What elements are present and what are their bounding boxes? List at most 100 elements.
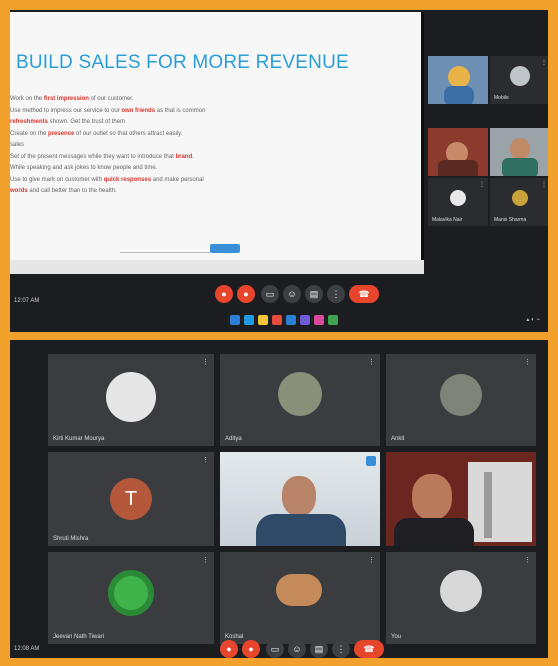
user-avatar-icon xyxy=(276,574,322,606)
pin-icon[interactable]: ⋮ xyxy=(541,181,547,188)
presentation-screenshot: BUILD SALES FOR MORE REVENUE Work on the… xyxy=(10,10,548,332)
thumb-participant-3[interactable] xyxy=(428,128,488,176)
chat-icon[interactable]: ▤ xyxy=(305,285,323,303)
slide-text: and make personal xyxy=(151,176,204,183)
pin-icon[interactable]: ⋮ xyxy=(524,358,531,366)
app-icon[interactable] xyxy=(314,315,324,325)
person-body xyxy=(502,158,538,176)
thumb-label: Mobile xyxy=(494,95,509,101)
user-avatar-icon xyxy=(450,190,466,206)
slide-line: Use to give mark on customer with quick … xyxy=(10,175,360,187)
person-video-icon xyxy=(510,138,530,160)
time-label: 12:07 AM xyxy=(14,298,40,304)
time-label: 12:08 AM xyxy=(14,646,40,652)
participant-tile[interactable]: ⋮ Ankit xyxy=(386,354,536,446)
pin-icon[interactable]: ⋮ xyxy=(202,456,209,464)
end-call-button[interactable]: ☎ xyxy=(349,285,379,303)
thumb-participant-5[interactable]: ⋮ Malavika Nair xyxy=(428,178,488,226)
participant-name: Ankit xyxy=(391,436,405,442)
participant-name: Aditya xyxy=(225,436,242,442)
chrome-icon[interactable] xyxy=(272,315,282,325)
end-call-button[interactable]: ☎ xyxy=(354,640,384,658)
folder-icon[interactable] xyxy=(258,315,268,325)
app-icon[interactable] xyxy=(300,315,310,325)
emoji-icon[interactable]: ☺ xyxy=(283,285,301,303)
participant-tile[interactable]: ⋮ Jeevan Nath Tiwari xyxy=(48,552,214,644)
thumb-label: Mansi Sharma xyxy=(494,217,527,223)
user-avatar-icon xyxy=(278,372,322,416)
pin-icon[interactable]: ⋮ xyxy=(368,556,375,564)
app-icon[interactable] xyxy=(328,315,338,325)
slide-line: While speaking and ask jokes to know peo… xyxy=(10,163,360,175)
shared-slide: BUILD SALES FOR MORE REVENUE Work on the… xyxy=(10,12,424,274)
speaking-indicator-icon xyxy=(366,456,376,466)
thumb-label: Malavika Nair xyxy=(432,217,463,223)
slide-text: . xyxy=(192,153,194,160)
pin-icon[interactable]: ⋮ xyxy=(368,358,375,366)
slide-text: Create on the xyxy=(10,130,49,137)
slide-line: words and call better than to the health… xyxy=(10,186,360,198)
emoji-icon[interactable]: ☺ xyxy=(288,640,306,658)
start-icon[interactable] xyxy=(230,315,240,325)
slide-text: Work on the xyxy=(10,96,44,102)
slide-highlight: refreshments xyxy=(10,119,49,125)
user-avatar-icon xyxy=(440,374,482,416)
slide-title: BUILD SALES FOR MORE REVENUE xyxy=(16,52,349,73)
participant-tile[interactable]: ⋮ Kirti Kumar Mourya xyxy=(48,354,214,446)
participant-video-tile[interactable] xyxy=(220,452,380,546)
participant-name: You xyxy=(391,634,402,640)
more-options-icon[interactable]: ⋮ xyxy=(327,285,345,303)
slide-line: refreshments shown. Get the trust of the… xyxy=(10,117,360,129)
slide-text: of our customer. xyxy=(88,96,134,102)
initial-avatar: T xyxy=(110,478,152,520)
participant-tile[interactable]: ⋮ Aditya xyxy=(220,354,380,446)
participant-tile[interactable]: T ⋮ Shruti Mishra xyxy=(48,452,214,546)
background-window xyxy=(468,462,532,542)
pin-icon[interactable]: ⋮ xyxy=(202,358,209,366)
slide-text: Set of the present messages while they w… xyxy=(10,153,176,160)
camera-off-icon[interactable]: ● xyxy=(237,285,255,303)
chat-icon[interactable]: ▤ xyxy=(310,640,328,658)
pin-icon[interactable]: ⋮ xyxy=(479,181,485,188)
person-video-icon xyxy=(448,66,470,88)
present-icon[interactable]: ▭ xyxy=(261,285,279,303)
person-body xyxy=(444,86,474,104)
mic-off-icon[interactable]: ● xyxy=(215,285,233,303)
slide-line: Use method to impress our service to our… xyxy=(10,106,360,118)
slide-text: and call better than to the health. xyxy=(27,188,117,194)
participant-video-tile[interactable] xyxy=(386,452,536,546)
participant-name: Jeevan Nath Tiwari xyxy=(53,634,105,640)
slide-text: as that is common xyxy=(155,107,206,114)
thumb-participant-2[interactable]: ⋮ Mobile xyxy=(490,56,548,104)
system-tray: ▴ ◐ ⌁ xyxy=(526,317,540,323)
thumb-participant-4[interactable] xyxy=(490,128,548,176)
edge-icon[interactable] xyxy=(244,315,254,325)
slide-button[interactable] xyxy=(210,244,240,253)
participant-tile[interactable]: ⋮ You xyxy=(386,552,536,644)
mic-off-icon[interactable]: ● xyxy=(220,640,238,658)
person-body xyxy=(438,160,478,176)
slide-highlight: presence xyxy=(48,130,75,137)
present-icon[interactable]: ▭ xyxy=(266,640,284,658)
thumb-participant-6[interactable]: ⋮ Mansi Sharma xyxy=(490,178,548,226)
camera-off-icon[interactable]: ● xyxy=(242,640,260,658)
slide-highlight: own friends xyxy=(121,107,156,114)
participant-tile[interactable]: ⋮ Koshal xyxy=(220,552,380,644)
store-icon[interactable] xyxy=(286,315,296,325)
user-avatar-icon xyxy=(108,570,154,616)
slide-text: shown. Get the trust of them xyxy=(48,119,126,125)
slide-divider xyxy=(120,252,210,253)
pin-icon[interactable]: ⋮ xyxy=(541,59,547,66)
pin-icon[interactable]: ⋮ xyxy=(524,556,531,564)
user-avatar-icon xyxy=(512,190,528,206)
more-options-icon[interactable]: ⋮ xyxy=(332,640,350,658)
user-avatar-icon xyxy=(440,570,482,612)
slide-highlight: brand xyxy=(175,153,193,160)
pin-icon[interactable]: ⋮ xyxy=(202,556,209,564)
background-bars xyxy=(484,472,492,538)
slide-text: Use to give mark on customer with xyxy=(10,176,104,183)
slide-footer xyxy=(10,260,424,274)
thumb-participant-1[interactable] xyxy=(428,56,488,104)
slide-text: While speaking and ask jokes to know peo… xyxy=(10,165,158,171)
participant-grid-screenshot: ⋮ Kirti Kumar Mourya ⋮ Aditya ⋮ Ankit T … xyxy=(10,340,548,658)
